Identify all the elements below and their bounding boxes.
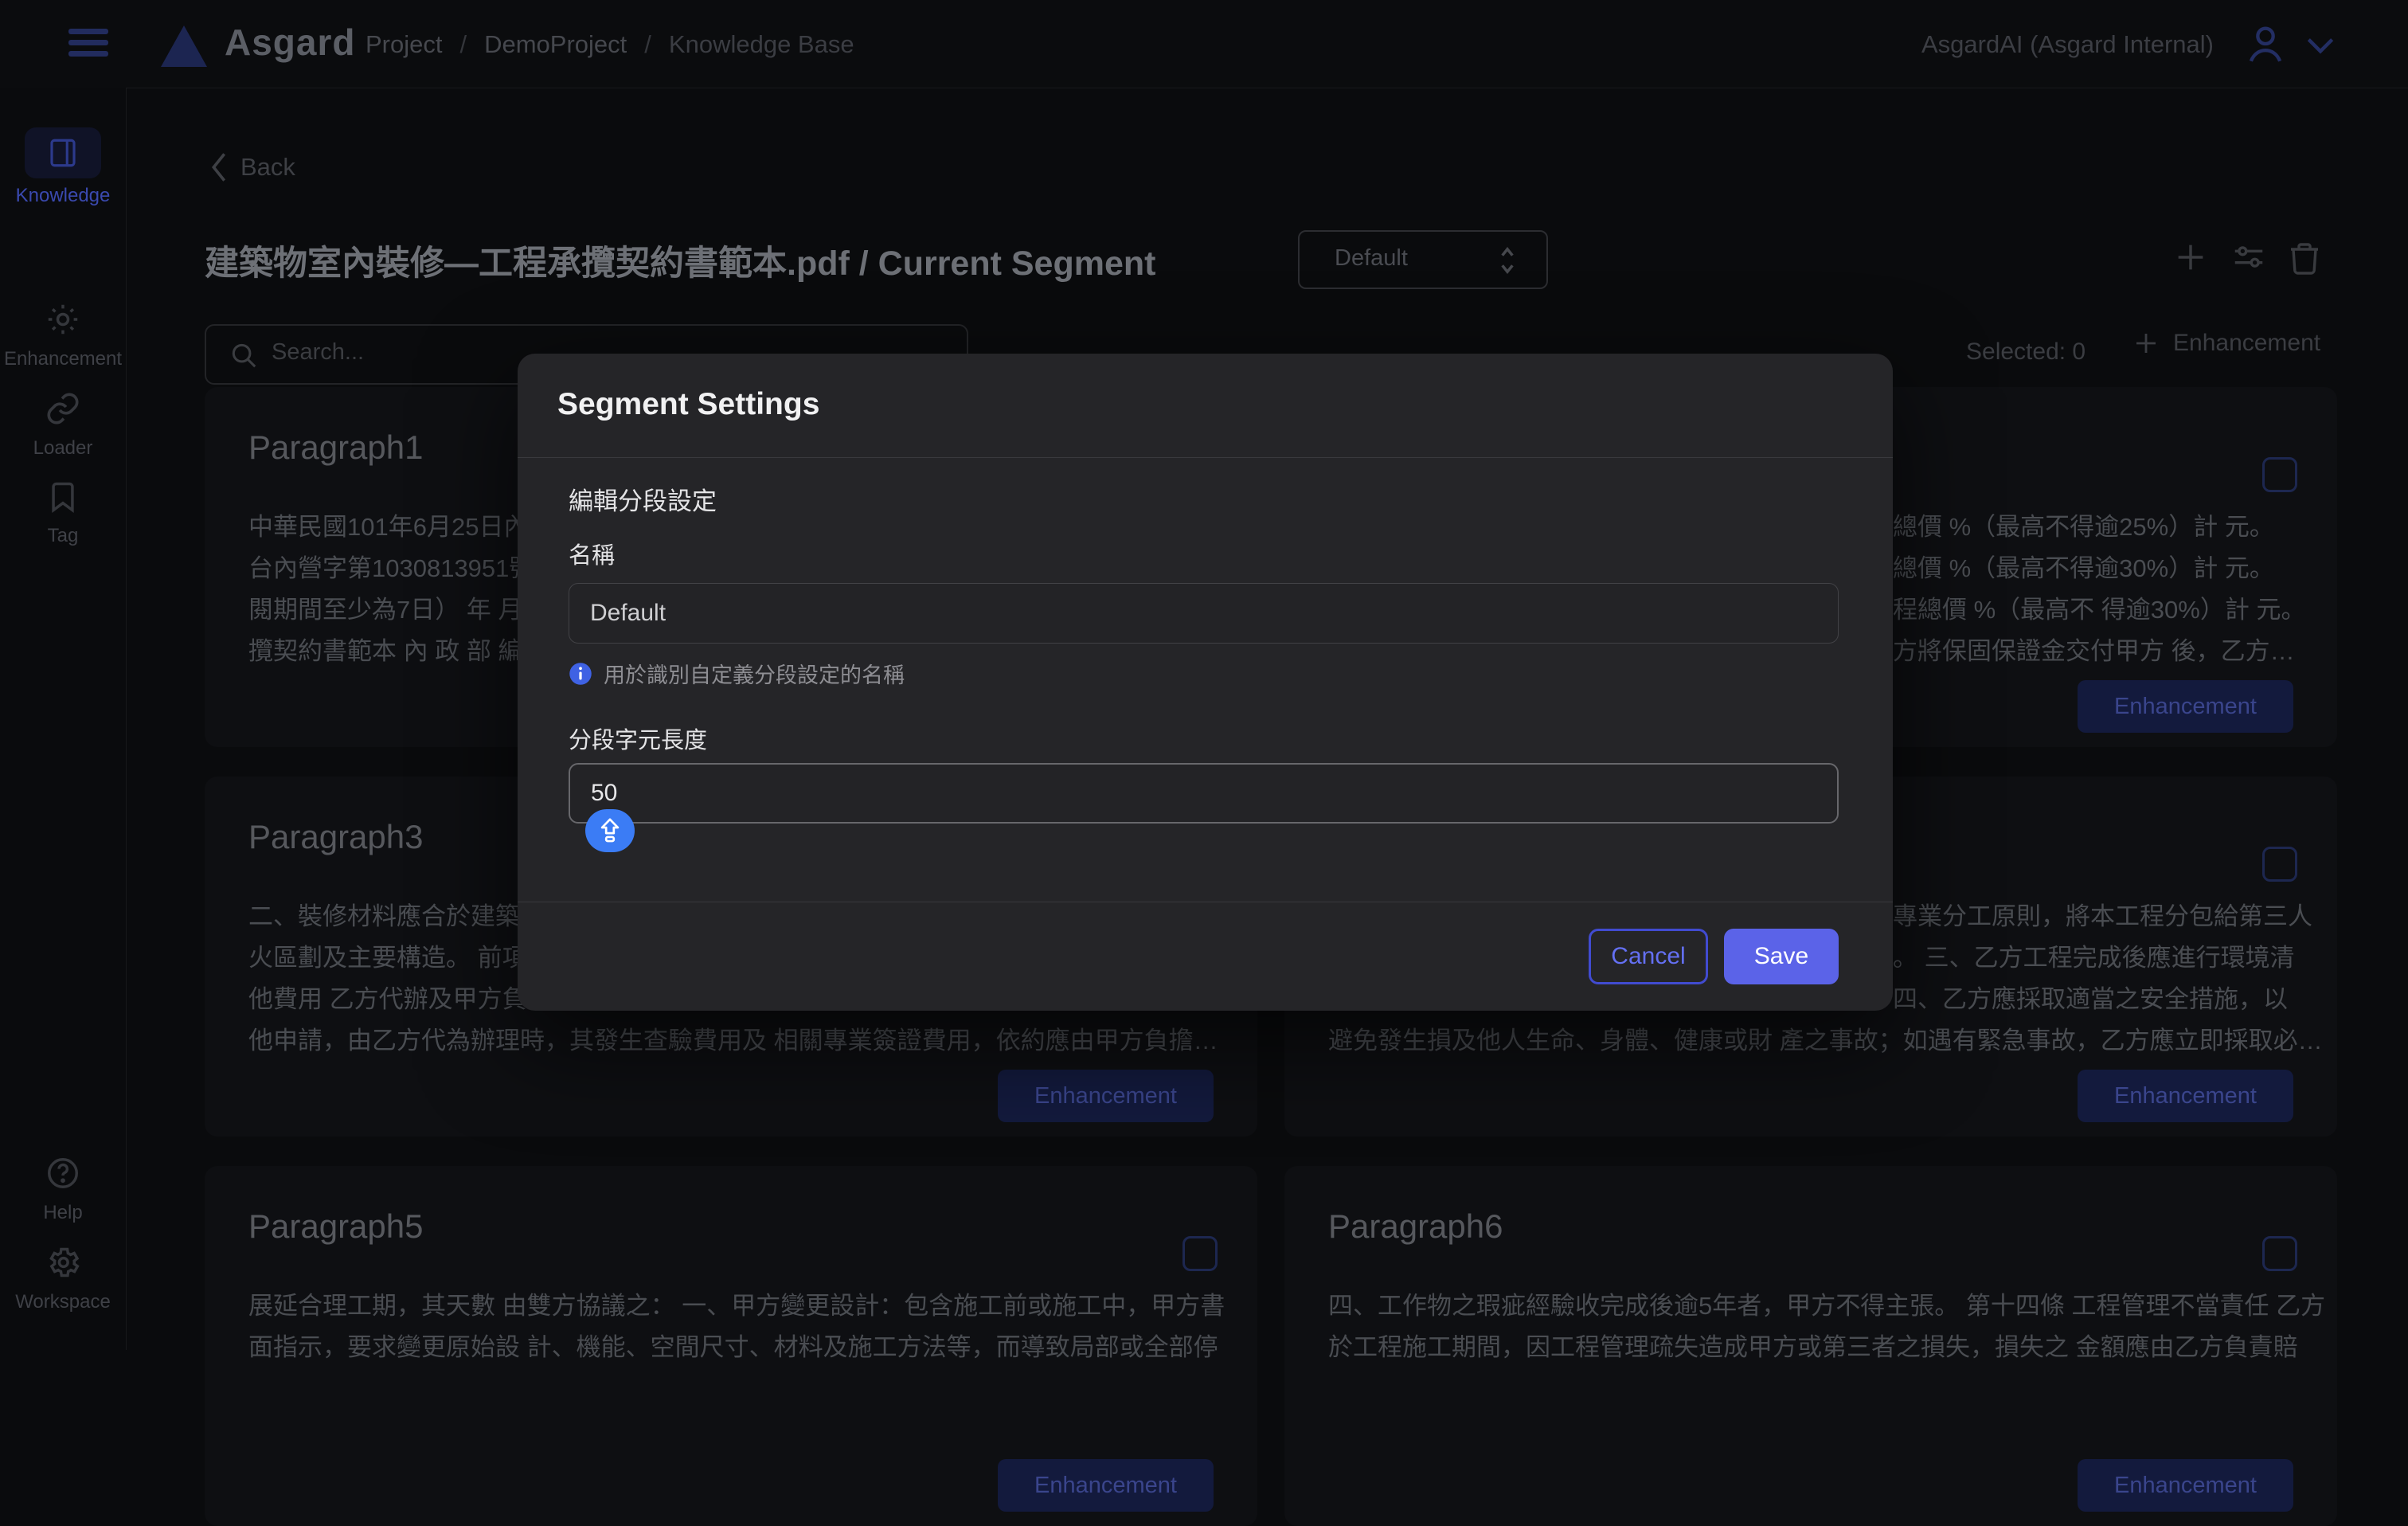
sidebar-item-enhancement[interactable]: Enhancement: [0, 301, 126, 370]
card-text-line: 面指示，要求變更原始設 計、機能、空間尺寸、材料及施工方法等，而導致局部或全部停: [248, 1327, 1214, 1368]
card-checkbox[interactable]: [1182, 1236, 1218, 1271]
length-input[interactable]: 50: [569, 763, 1839, 824]
help-icon: [45, 1155, 81, 1191]
logo-text: Asgard: [225, 21, 355, 64]
card-enhancement-button[interactable]: Enhancement: [2078, 1459, 2293, 1512]
add-icon[interactable]: [2172, 239, 2209, 276]
card-enhancement-button[interactable]: Enhancement: [998, 1070, 1214, 1122]
paragraph-card: Paragraph6 四、工作物之瑕疵經驗收完成後逾5年者，甲方不得主張。 第十四…: [1284, 1166, 2337, 1526]
trash-icon[interactable]: [2285, 239, 2324, 279]
name-hint-text: 用於識別自定義分段設定的名稱: [604, 658, 905, 689]
card-text-line: 於工程施工期間，因工程管理疏失造成甲方或第三者之損失，損失之 金額應由乙方負責賠: [1328, 1327, 2293, 1368]
name-field-label: 名稱: [569, 537, 615, 570]
card-enhancement-button[interactable]: Enhancement: [2078, 1070, 2293, 1122]
card-text-line: 四、工作物之瑕疵經驗收完成後逾5年者，甲方不得主張。 第十四條 工程管理不當責任…: [1328, 1285, 2293, 1327]
segment-select-value: Default: [1335, 245, 1408, 272]
segment-select[interactable]: Default: [1298, 230, 1548, 289]
segment-settings-modal: Segment Settings 編輯分段設定 名稱 Default 用於識別自…: [518, 354, 1893, 1011]
length-input-value: 50: [591, 780, 617, 807]
save-button[interactable]: Save: [1724, 929, 1839, 984]
info-icon: [569, 662, 592, 686]
add-enhancement-button[interactable]: Enhancement: [2132, 329, 2320, 358]
card-text: 四、工作物之瑕疵經驗收完成後逾5年者，甲方不得主張。 第十四條 工程管理不當責任…: [1328, 1285, 2293, 1368]
breadcrumb-knowledge-base[interactable]: Knowledge Base: [669, 30, 854, 58]
card-title: Paragraph1: [248, 428, 424, 467]
sidebar-item-loader[interactable]: Loader: [0, 390, 126, 460]
add-enhancement-label: Enhancement: [2173, 330, 2320, 357]
paragraph-card: Paragraph5 展延合理工期，其天數 由雙方協議之： 一、甲方變更設計：包含…: [205, 1166, 1257, 1526]
length-field-label: 分段字元長度: [569, 722, 707, 755]
breadcrumb: Project/DemoProject/Knowledge Base: [366, 30, 854, 59]
card-text: 展延合理工期，其天數 由雙方協議之： 一、甲方變更設計：包含施工前或施工中，甲方…: [248, 1285, 1214, 1368]
card-title: Paragraph5: [248, 1207, 424, 1246]
modal-title: Segment Settings: [557, 387, 819, 422]
menu-icon[interactable]: [68, 29, 108, 59]
sidebar: Knowledge Enhancement Loader Tag Help Wo…: [0, 88, 127, 1350]
card-text-line: 展延合理工期，其天數 由雙方協議之： 一、甲方變更設計：包含施工前或施工中，甲方…: [248, 1285, 1214, 1327]
sidebar-item-workspace[interactable]: Workspace: [0, 1244, 126, 1313]
back-button[interactable]: Back: [209, 151, 295, 183]
modal-header: Segment Settings: [518, 354, 1893, 458]
modal-subtitle: 編輯分段設定: [569, 481, 717, 517]
modal-footer: Cancel Save: [518, 902, 1893, 1011]
cancel-button[interactable]: Cancel: [1589, 929, 1708, 984]
selected-count: Selected: 0: [1966, 338, 2086, 366]
plus-icon: [2132, 329, 2160, 358]
user-avatar-icon[interactable]: [2242, 21, 2289, 67]
name-hint-row: 用於識別自定義分段設定的名稱: [569, 658, 905, 689]
card-checkbox[interactable]: [2262, 1236, 2297, 1271]
card-text-line: 避免發生損及他人生命、身體、健康或財 產之事故；如遇有緊急事故，乙方應立即採取必…: [1328, 1020, 2293, 1062]
search-placeholder: Search...: [272, 339, 364, 366]
card-title: Paragraph3: [248, 818, 424, 856]
card-title: Paragraph6: [1328, 1207, 1503, 1246]
card-text-line: 他申請，由乙方代為辦理時，其發生查驗費用及 相關專業簽證費用，依約應由甲方負擔…: [248, 1020, 1214, 1062]
unfold-icon: [1492, 244, 1523, 277]
name-input-value: Default: [590, 600, 666, 627]
sidebar-item-help[interactable]: Help: [0, 1155, 126, 1224]
sun-icon: [45, 301, 81, 338]
book-icon: [25, 127, 101, 178]
page-title: 建築物室內裝修—工程承攬契約書範本.pdf / Current Segment: [205, 236, 1155, 285]
sidebar-item-tag[interactable]: Tag: [0, 479, 126, 547]
account-name: AsgardAI (Asgard Internal): [1921, 30, 2214, 59]
card-enhancement-button[interactable]: Enhancement: [2078, 680, 2293, 733]
name-input[interactable]: Default: [569, 583, 1839, 644]
link-icon: [45, 390, 81, 427]
sidebar-item-knowledge[interactable]: Knowledge: [0, 127, 126, 207]
breadcrumb-project[interactable]: Project: [366, 30, 442, 58]
card-checkbox[interactable]: [2262, 457, 2297, 492]
asgard-logo-icon: [161, 25, 207, 67]
chevron-left-icon: [209, 151, 229, 183]
bookmark-icon: [45, 479, 80, 515]
account-chevron-down-icon[interactable]: [2303, 32, 2338, 59]
gear-icon: [45, 1244, 81, 1281]
card-checkbox[interactable]: [2262, 847, 2297, 882]
tune-sliders-icon[interactable]: [2230, 239, 2268, 276]
card-enhancement-button[interactable]: Enhancement: [998, 1459, 1214, 1512]
breadcrumb-demoproject[interactable]: DemoProject: [484, 30, 627, 58]
top-bar: Asgard Project/DemoProject/Knowledge Bas…: [0, 0, 2408, 88]
search-icon: [229, 340, 259, 370]
shift-arrow-badge-icon[interactable]: [585, 809, 635, 852]
back-label: Back: [240, 153, 295, 182]
